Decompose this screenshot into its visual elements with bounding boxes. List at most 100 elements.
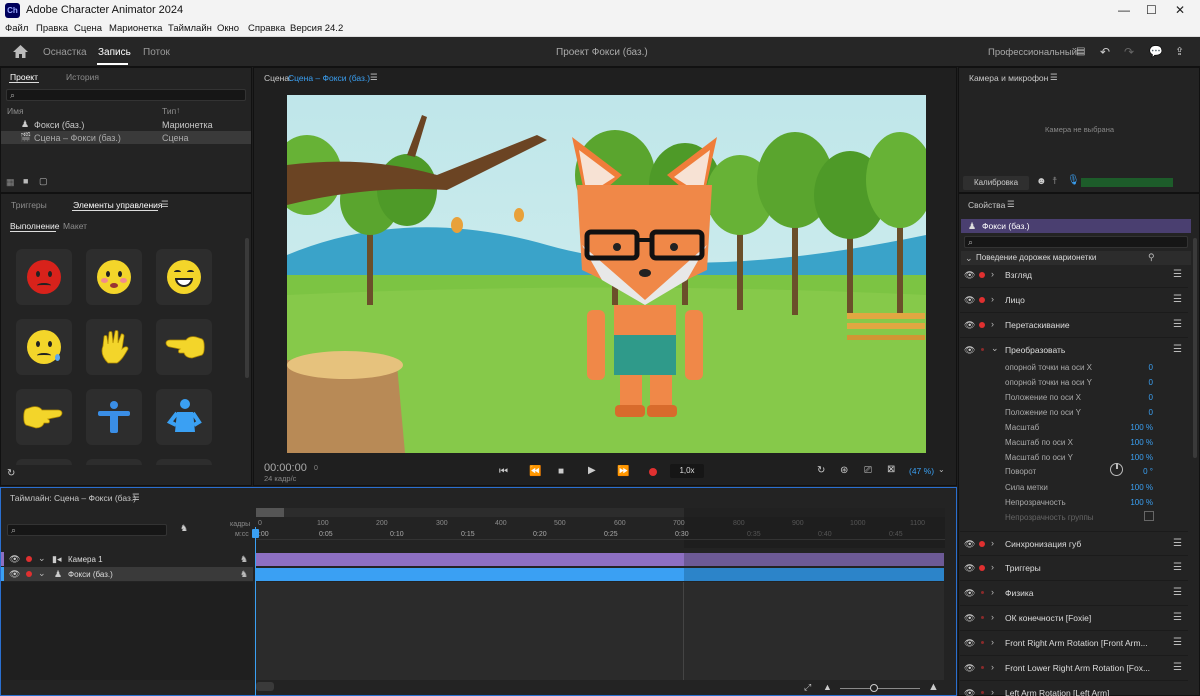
eye-icon[interactable]: 👁 [964,270,975,281]
behavior-face[interactable]: 👁 › Лицо ☰ [960,288,1188,313]
behavior-menu-icon[interactable]: ☰ [1173,637,1182,648]
param-pos-y-value[interactable]: 0 [1120,408,1153,417]
behavior-menu-icon[interactable]: ☰ [1173,319,1182,330]
add-behavior-icon[interactable]: ⚲ [1148,252,1155,263]
menu-timeline[interactable]: Таймлайн [168,23,212,34]
behavior-menu-icon[interactable]: ☰ [1173,269,1182,280]
tab-rig[interactable]: Оснастка [43,47,87,58]
record-arm-icon[interactable] [26,571,32,577]
param-anchor-y-value[interactable]: 0 [1120,378,1153,387]
stream-icon[interactable]: ⎚ [864,465,872,476]
menu-help[interactable]: Справка [248,23,285,34]
record-arm-icon[interactable] [979,565,985,571]
eye-icon[interactable]: 👁 [9,569,20,580]
project-item-puppet[interactable]: ♟ Фокси (баз.) Марионетка [1,118,251,131]
refresh-icon[interactable]: ↻ [7,468,15,479]
menu-scene[interactable]: Сцена [74,23,102,34]
scene-name[interactable]: Сцена – Фокси (баз.) [288,73,370,83]
play-icon[interactable]: ▶ [588,465,596,476]
subtab-layout[interactable]: Макет [63,221,87,231]
param-rotation-value[interactable]: 0 ° [1120,467,1153,476]
puppet-track-bar[interactable] [256,568,684,581]
behavior-menu-icon[interactable]: ☰ [1173,562,1182,573]
record-arm-icon[interactable] [981,348,984,351]
param-pin-strength-value[interactable]: 100 % [1120,483,1153,492]
track-camera[interactable]: 👁 ⌄ ▮◂ Камера 1 ♞ [1,552,253,566]
chevron-right-icon[interactable]: › [991,269,994,279]
tab-triggers[interactable]: Триггеры [11,200,47,210]
behavior-dragger[interactable]: 👁 › Перетаскивание ☰ [960,313,1188,338]
playback-speed[interactable]: 1,0x [670,464,704,478]
record-arm-icon[interactable] [979,297,985,303]
param-scale-y-value[interactable]: 100 % [1120,453,1153,462]
blank-icon[interactable]: ⊠ [887,464,895,475]
eye-icon[interactable]: 👁 [964,320,975,331]
eye-icon[interactable]: 👁 [964,345,975,356]
maximize-button[interactable]: ☐ [1146,3,1157,17]
behavior-menu-icon[interactable]: ☰ [1173,587,1182,598]
step-forward-icon[interactable]: ⏩ [617,466,629,477]
zoom-level[interactable]: (47 %) [909,466,934,476]
chevron-down-icon[interactable]: ⌄ [991,343,999,354]
home-icon[interactable] [13,45,28,58]
param-scale-value[interactable]: 100 % [1120,423,1153,432]
camera-track-bar[interactable] [256,553,684,566]
trigger-pose-hand-hip[interactable] [156,389,212,445]
timeline-zoom-slider[interactable] [840,688,920,689]
chevron-right-icon[interactable]: › [991,587,994,597]
zoom-dropdown-icon[interactable]: ⌄ [938,465,945,474]
calibrate-button[interactable]: Калибровка [963,176,1029,190]
panel-menu-icon[interactable]: ☰ [161,199,169,210]
behavior-lip-sync[interactable]: 👁 › Синхронизация губ ☰ [960,531,1188,556]
properties-search-input[interactable]: ⌕ [964,236,1188,248]
group-opacity-checkbox[interactable] [1144,511,1154,521]
behavior-menu-icon[interactable]: ☰ [1173,344,1182,355]
param-scale-x-value[interactable]: 100 % [1120,438,1153,447]
behavior-menu-icon[interactable]: ☰ [1173,294,1182,305]
project-item-scene[interactable]: 🎬 Сцена – Фокси (баз.) Сцена [1,131,251,144]
puppet-filter-icon[interactable]: ♞ [240,569,248,580]
import-icon[interactable]: ▦ [6,177,15,188]
trigger-sad[interactable] [16,319,72,375]
param-anchor-x-value[interactable]: 0 [1120,363,1153,372]
loop-icon[interactable]: ↻ [817,465,825,476]
timeline-zoom-handle[interactable] [256,508,284,517]
eye-icon[interactable]: 👁 [964,588,975,599]
chevron-down-icon[interactable]: ⌄ [38,553,46,564]
eye-icon[interactable]: 👁 [964,563,975,574]
record-icon[interactable] [649,468,657,476]
body-tracking-icon[interactable]: ☨ [1052,176,1057,187]
properties-menu-icon[interactable]: ☰ [1007,199,1015,210]
menu-file[interactable]: Файл [5,23,28,34]
record-arm-icon[interactable] [26,556,32,562]
param-opacity-value[interactable]: 100 % [1120,498,1153,507]
behavior-menu-icon[interactable]: ☰ [1173,612,1182,623]
fit-timeline-icon[interactable]: ⤢ [804,682,811,693]
playhead-handle[interactable] [252,529,259,538]
audio-icon[interactable]: ⊛ [840,465,848,476]
eye-icon[interactable]: 👁 [964,638,975,649]
behavior-menu-icon[interactable]: ☰ [1173,662,1182,673]
behavior-menu-icon[interactable]: ☰ [1173,538,1182,549]
undo-icon[interactable]: ↶ [1100,45,1110,59]
record-arm-icon[interactable] [981,616,984,619]
eye-icon[interactable]: 👁 [964,663,975,674]
project-search-input[interactable]: ⌕ [6,89,246,101]
record-arm-icon[interactable] [981,691,984,694]
chevron-right-icon[interactable]: › [991,687,994,696]
tab-project[interactable]: Проект [10,72,38,82]
tab-controls[interactable]: Элементы управления [73,200,163,210]
trigger-blush[interactable] [86,249,142,305]
eye-icon[interactable]: 👁 [964,539,975,550]
zoom-in-mountain-icon[interactable]: ▲ [928,681,939,693]
behavior-triggers[interactable]: 👁 › Триггеры ☰ [960,556,1188,581]
share-icon[interactable]: ⇪ [1175,45,1184,58]
column-type[interactable]: Тип [162,106,176,116]
param-pos-x-value[interactable]: 0 [1120,393,1153,402]
selected-puppet[interactable]: ♟ Фокси (баз.) [961,219,1191,233]
timeline-hscroll[interactable] [256,682,274,691]
record-arm-icon[interactable] [979,541,985,547]
eye-icon[interactable]: 👁 [964,295,975,306]
zoom-out-mountain-icon[interactable]: ▲ [823,682,832,692]
redo-icon[interactable]: ↷ [1124,45,1134,59]
